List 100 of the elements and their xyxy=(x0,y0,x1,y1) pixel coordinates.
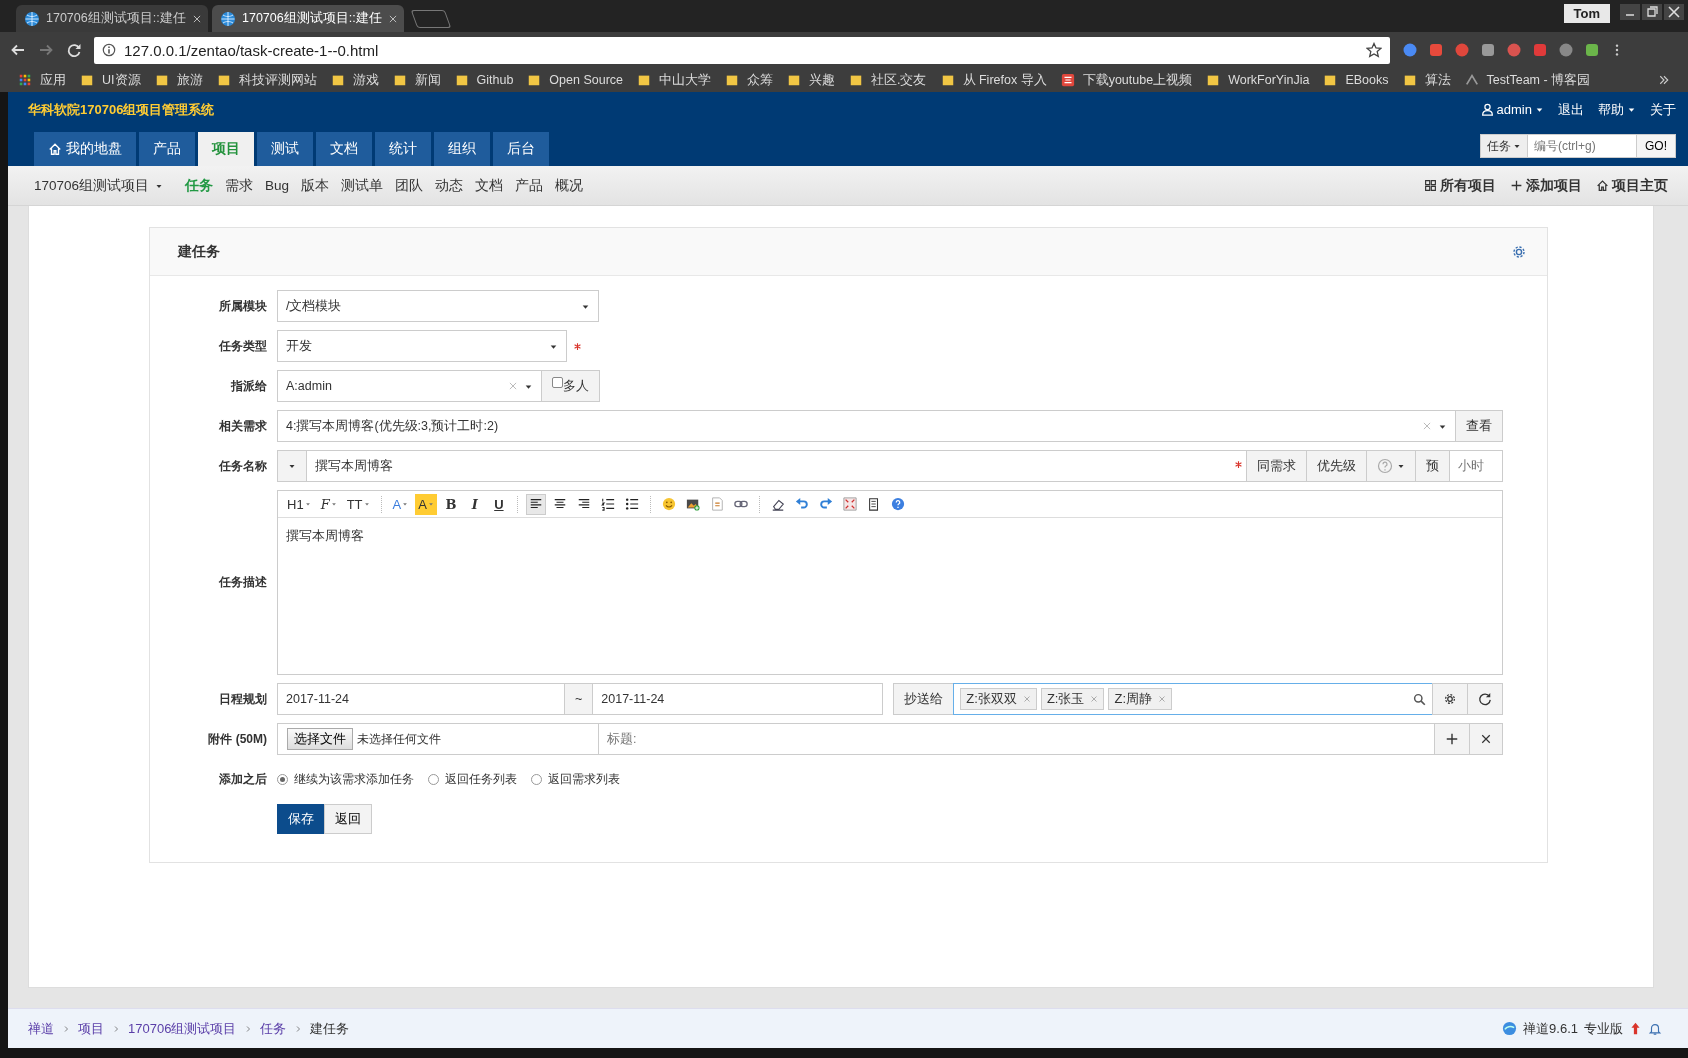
title-field[interactable]: 标题: xyxy=(598,723,1435,755)
toolbar-button[interactable]: U xyxy=(488,493,509,515)
forward-icon[interactable] xyxy=(38,42,54,58)
bookmark-link[interactable]: Open Source xyxy=(549,73,623,87)
editor-text-area[interactable]: 撰写本周博客 xyxy=(278,518,1502,674)
browser-tab[interactable]: 170706组测试项目::建任 xyxy=(16,5,208,32)
toolbar-button[interactable]: TT xyxy=(343,493,373,515)
apps-icon[interactable] xyxy=(18,73,32,87)
nav-tab[interactable]: 统计 xyxy=(375,132,431,166)
option-button[interactable]: 同需求 xyxy=(1246,450,1307,482)
extension-icon[interactable] xyxy=(1480,42,1496,58)
nav-tab[interactable]: 后台 xyxy=(493,132,549,166)
breadcrumb-link[interactable]: 任务 xyxy=(260,1019,287,1038)
toolbar-button[interactable]: I xyxy=(464,493,485,515)
header-link[interactable]: 退出 xyxy=(1558,100,1584,119)
extension-icon[interactable] xyxy=(1532,42,1548,58)
action-link[interactable]: 所有项目 xyxy=(1440,176,1496,195)
story-select[interactable]: 4:撰写本周博客(优先级:3,预计工时:2) xyxy=(277,410,1456,442)
folder-icon[interactable] xyxy=(849,73,863,87)
folder-icon[interactable] xyxy=(392,73,407,87)
folder-icon[interactable] xyxy=(1206,73,1221,87)
add-button[interactable] xyxy=(1434,723,1470,755)
view-button[interactable]: 查看 xyxy=(1455,410,1503,442)
bookmark-link[interactable]: 兴趣 xyxy=(809,71,835,89)
choose-file-button[interactable]: 选择文件 xyxy=(287,728,353,750)
toolbar-button[interactable]: B xyxy=(440,493,461,515)
version-link[interactable]: 禅道9.6.1 xyxy=(1523,1019,1578,1038)
restore-icon[interactable] xyxy=(1642,4,1662,20)
date-field[interactable]: 2017-11-24 xyxy=(277,683,565,715)
file-field[interactable]: 选择文件 未选择任何文件 xyxy=(277,723,599,755)
bell-icon[interactable] xyxy=(1648,1021,1662,1036)
settings-button[interactable] xyxy=(1432,683,1468,715)
task-name-field[interactable]: 撰写本周博客 xyxy=(306,450,1247,482)
subnav-link[interactable]: 产品 xyxy=(515,176,544,195)
folder-icon[interactable] xyxy=(787,73,801,87)
subnav-link[interactable]: 需求 xyxy=(225,176,254,195)
search-bar[interactable]: 任务 编号(ctrl+g) GO! xyxy=(1480,134,1676,158)
profile-button[interactable]: Tom xyxy=(1563,4,1610,23)
bookmark-link[interactable]: TestTeam - 博客园 xyxy=(1486,71,1591,89)
bookmark-link[interactable]: 社区.交友 xyxy=(871,71,927,89)
bookmark-link[interactable]: Github xyxy=(476,73,514,87)
search-icon[interactable] xyxy=(1413,692,1426,706)
toolbar-button[interactable]: F xyxy=(317,493,340,515)
toolbar-button[interactable]: H1 xyxy=(284,493,314,515)
bookmark-link[interactable]: 众筹 xyxy=(747,71,773,89)
extension-icon[interactable] xyxy=(1506,42,1522,58)
extension-icon[interactable] xyxy=(1584,42,1600,58)
folder-icon[interactable] xyxy=(1323,73,1338,87)
toolbar-button[interactable]: A xyxy=(389,493,412,515)
project-switcher[interactable]: 170706组测试项目 xyxy=(34,176,150,195)
close-icon[interactable] xyxy=(387,13,398,24)
close-icon[interactable] xyxy=(1664,4,1684,20)
subnav-link[interactable]: 动态 xyxy=(435,176,464,195)
close-icon[interactable] xyxy=(191,13,202,24)
radio-label[interactable]: 继续为该需求添加任务 xyxy=(294,770,414,788)
radio-button[interactable] xyxy=(531,773,542,785)
module-select[interactable]: /文档模块 xyxy=(277,290,599,322)
extension-icon[interactable] xyxy=(1454,42,1470,58)
bookmark-link[interactable]: 游戏 xyxy=(352,71,379,89)
refresh-button[interactable] xyxy=(1467,683,1503,715)
checkbox[interactable] xyxy=(552,376,563,388)
folder-icon[interactable] xyxy=(80,73,94,87)
minimize-icon[interactable] xyxy=(1620,4,1640,20)
bookmark-link[interactable]: UI资源 xyxy=(102,71,141,89)
nav-tab[interactable]: 产品 xyxy=(139,132,195,166)
save-button[interactable]: 保存 xyxy=(277,804,325,834)
header-link[interactable]: 关于 xyxy=(1650,100,1676,119)
address-bar[interactable]: 127.0.0.1/zentao/task-create-1--0.html xyxy=(94,36,1390,64)
bookmark-link[interactable]: 科技评测网站 xyxy=(238,71,317,89)
breadcrumb-link[interactable]: 禅道 xyxy=(28,1019,54,1038)
bookmark-link[interactable]: 中山大学 xyxy=(659,71,711,89)
toolbar-button[interactable] xyxy=(525,493,546,515)
header-link[interactable]: 帮助 xyxy=(1598,100,1636,119)
assignee-select[interactable]: A:admin xyxy=(277,370,542,402)
multi-user-option[interactable]: 多人 xyxy=(541,370,600,402)
folder-icon[interactable] xyxy=(527,73,542,87)
settings-icon[interactable] xyxy=(1511,243,1527,260)
edition-link[interactable]: 专业版 xyxy=(1584,1019,1623,1038)
subnav-link[interactable]: 测试单 xyxy=(341,176,384,195)
action-link[interactable]: 添加项目 xyxy=(1526,176,1582,195)
date-field[interactable]: 2017-11-24 xyxy=(592,683,884,715)
subnav-link[interactable]: 概况 xyxy=(555,176,584,195)
folder-icon[interactable] xyxy=(1402,73,1417,87)
radio-button[interactable] xyxy=(428,773,439,785)
radio-label[interactable]: 返回需求列表 xyxy=(548,770,620,788)
breadcrumb-link[interactable]: 项目 xyxy=(78,1019,104,1038)
bookmark-link[interactable]: WorkForYinJia xyxy=(1228,73,1310,87)
nav-tab[interactable]: 测试 xyxy=(257,132,313,166)
upgrade-icon[interactable] xyxy=(1629,1022,1642,1035)
bookmark-link[interactable]: 应用 xyxy=(40,71,66,89)
task-type-select[interactable]: 开发 xyxy=(277,330,567,362)
toolbar-button[interactable]: A xyxy=(415,493,437,515)
nav-tab[interactable]: 组织 xyxy=(434,132,490,166)
nav-tab[interactable]: 我的地盘 xyxy=(34,132,136,166)
browser-tab[interactable]: 170706组测试项目::建任 xyxy=(212,5,404,32)
overflow-icon[interactable] xyxy=(1658,74,1670,86)
extension-icon[interactable] xyxy=(1558,42,1574,58)
radio-button[interactable] xyxy=(277,773,288,785)
breadcrumb-link[interactable]: 170706组测试项目 xyxy=(128,1019,237,1038)
action-link[interactable]: 项目主页 xyxy=(1612,176,1668,195)
